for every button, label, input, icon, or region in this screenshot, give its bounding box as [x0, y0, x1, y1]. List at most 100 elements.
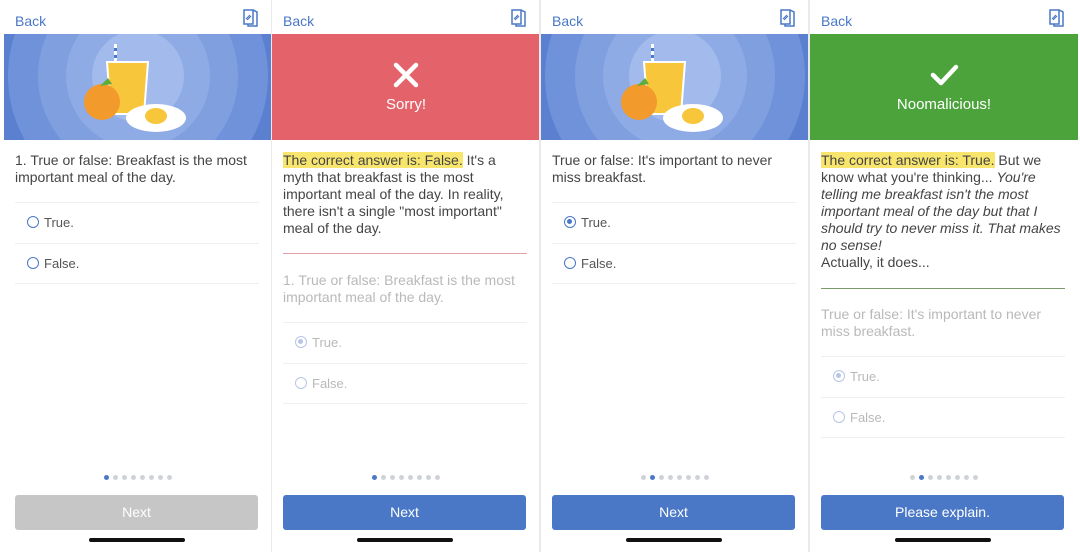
answer-options: True. False.: [821, 356, 1065, 438]
page-dot: [964, 475, 969, 480]
section-divider: [821, 288, 1065, 289]
page-dot: [113, 475, 118, 480]
page-dot: [435, 475, 440, 480]
top-bar: Back: [810, 0, 1078, 34]
next-button[interactable]: Next: [15, 495, 258, 530]
page-indicator: [541, 475, 809, 481]
page-dot: [973, 475, 978, 480]
option-label: True.: [581, 215, 611, 230]
answer-highlight: The correct answer is: True.: [821, 152, 995, 168]
option-false: False.: [283, 363, 527, 404]
radio-button: [833, 411, 845, 423]
screen-question-1: Back 1. True or false: Breakfast is the …: [4, 0, 272, 552]
radio-button[interactable]: [27, 257, 39, 269]
page-dot: [686, 475, 691, 480]
option-true: True.: [821, 356, 1065, 397]
next-button[interactable]: Next: [552, 495, 795, 530]
page-dot: [104, 475, 109, 480]
page-dot: [937, 475, 942, 480]
top-bar: Back: [541, 0, 809, 34]
screen-feedback-correct: Back Noomalicious! The correct answer is…: [810, 0, 1078, 552]
option-true: True.: [283, 322, 527, 363]
page-indicator: [272, 475, 540, 481]
feedback-banner: Sorry!: [272, 34, 540, 140]
page-dot: [641, 475, 646, 480]
page-dot: [372, 475, 377, 480]
answer-highlight: The correct answer is: False.: [283, 152, 463, 168]
top-bar: Back: [272, 0, 540, 34]
answer-options: True. False.: [552, 202, 796, 284]
radio-button-selected: [833, 370, 845, 382]
page-dot: [167, 475, 172, 480]
page-dot: [131, 475, 136, 480]
page-dot: [408, 475, 413, 480]
top-bar: Back: [4, 0, 272, 34]
question-text: 1. True or false: Breakfast is the most …: [283, 272, 515, 305]
page-dot: [426, 475, 431, 480]
breakfast-illustration: [4, 34, 272, 140]
radio-button[interactable]: [564, 257, 576, 269]
screen-feedback-wrong: Back Sorry! The correct answer is: False…: [272, 0, 540, 552]
question-text: True or false: It's important to never m…: [552, 152, 773, 185]
back-button[interactable]: Back: [283, 13, 314, 29]
page-dot: [399, 475, 404, 480]
question-text: True or false: It's important to never m…: [821, 306, 1042, 339]
page-indicator: [810, 475, 1078, 481]
page-indicator: [4, 475, 272, 481]
radio-button: [295, 377, 307, 389]
feedback-title: Noomalicious!: [896, 96, 992, 113]
page-dot: [928, 475, 933, 480]
page-dot: [390, 475, 395, 480]
check-mark-icon: [930, 64, 959, 86]
option-true[interactable]: True.: [552, 202, 796, 243]
page-dot: [417, 475, 422, 480]
page-dot: [955, 475, 960, 480]
page-dot: [946, 475, 951, 480]
page-dot: [919, 475, 924, 480]
feedback-title: Sorry!: [385, 96, 426, 113]
please-explain-button[interactable]: Please explain.: [821, 495, 1064, 530]
page-dot: [122, 475, 127, 480]
home-indicator: [626, 538, 722, 542]
page-dot: [910, 475, 915, 480]
book-icon[interactable]: [240, 8, 260, 28]
option-false[interactable]: False.: [15, 243, 259, 284]
x-mark-icon: [393, 62, 419, 88]
screen-question-2: Back True or false: It's important to ne…: [541, 0, 809, 552]
answer-options: True. False.: [15, 202, 259, 284]
breakfast-illustration: [541, 34, 809, 140]
option-true[interactable]: True.: [15, 202, 259, 243]
book-icon[interactable]: [1046, 8, 1066, 28]
option-label: True.: [44, 215, 74, 230]
answer-explanation: The correct answer is: False. It's a myt…: [283, 152, 529, 237]
radio-button[interactable]: [27, 216, 39, 228]
option-label: False.: [312, 376, 348, 391]
option-false[interactable]: False.: [552, 243, 796, 284]
question-text: 1. True or false: Breakfast is the most …: [15, 152, 247, 185]
answer-explanation: The correct answer is: True. But we know…: [821, 152, 1067, 271]
section-divider: [283, 253, 527, 254]
option-label: False.: [581, 256, 617, 271]
back-button[interactable]: Back: [552, 13, 583, 29]
page-dot: [158, 475, 163, 480]
home-indicator: [89, 538, 185, 542]
page-dot: [668, 475, 673, 480]
back-button[interactable]: Back: [821, 13, 852, 29]
next-button[interactable]: Next: [283, 495, 526, 530]
option-label: False.: [850, 410, 886, 425]
page-dot: [659, 475, 664, 480]
answer-options: True. False.: [283, 322, 527, 404]
back-button[interactable]: Back: [15, 13, 46, 29]
page-dot: [650, 475, 655, 480]
book-icon[interactable]: [508, 8, 528, 28]
option-false: False.: [821, 397, 1065, 438]
page-dot: [704, 475, 709, 480]
page-dot: [381, 475, 386, 480]
option-label: True.: [312, 335, 342, 350]
page-dot: [140, 475, 145, 480]
radio-button-selected[interactable]: [564, 216, 576, 228]
radio-button-selected: [295, 336, 307, 348]
home-indicator: [357, 538, 453, 542]
option-label: True.: [850, 369, 880, 384]
book-icon[interactable]: [777, 8, 797, 28]
